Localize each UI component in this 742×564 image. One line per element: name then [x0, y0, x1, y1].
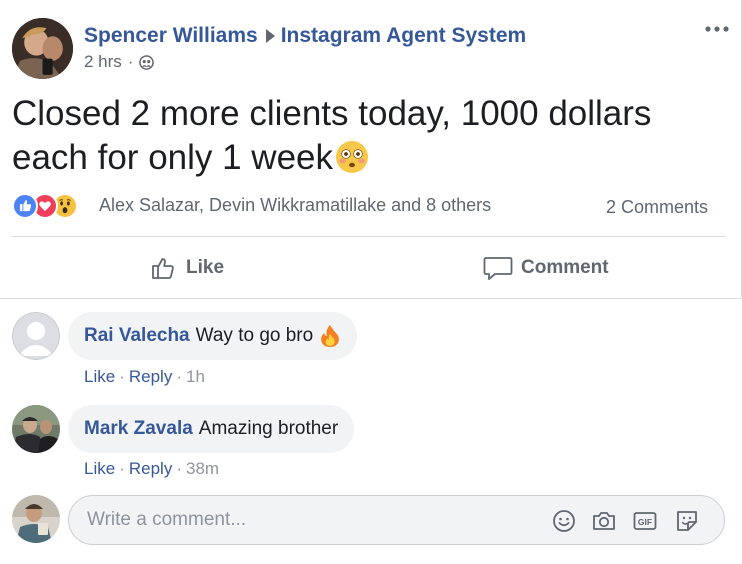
comment-composer[interactable]: GIF: [68, 495, 725, 545]
like-reaction-icon: [12, 193, 38, 219]
comment-text: Amazing brother: [198, 418, 339, 439]
author-name-link[interactable]: Spencer Williams: [84, 24, 258, 47]
meta-separator: ·: [127, 52, 134, 71]
like-button[interactable]: Like: [150, 248, 224, 288]
comment-like-link[interactable]: Like: [84, 459, 115, 478]
fire-emoji-icon: [321, 325, 340, 347]
current-user-photo: [12, 495, 60, 543]
thumbs-up-icon: [152, 258, 174, 279]
separator: ·: [176, 367, 182, 386]
current-user-avatar[interactable]: [12, 495, 60, 543]
comments-count-link[interactable]: 2 Comments: [606, 197, 708, 218]
commenter-name-link[interactable]: Mark Zavala: [84, 418, 193, 440]
like-button-label: Like: [186, 257, 225, 278]
post-card: Spencer Williams Instagram Agent System 2…: [0, 0, 742, 564]
sticker-icon[interactable]: [674, 508, 700, 534]
comment-timestamp[interactable]: 1h: [186, 367, 205, 386]
comment-reply-link[interactable]: Reply: [129, 459, 172, 478]
friends-globe-icon[interactable]: [139, 54, 155, 70]
camera-icon[interactable]: [591, 508, 617, 534]
commenter-photo: [12, 405, 60, 453]
comment-bubble: Rai Valecha Way to go bro: [68, 312, 358, 360]
comment-timestamp[interactable]: 38m: [186, 459, 219, 478]
svg-text:GIF: GIF: [638, 517, 652, 527]
emoji-icon[interactable]: [551, 508, 577, 534]
commenter-avatar[interactable]: [12, 405, 60, 453]
post-meta: 2 hrs ·: [84, 52, 155, 72]
comment-actions: Like · Reply · 38m: [84, 459, 219, 479]
comment-like-link[interactable]: Like: [84, 367, 115, 386]
commenter-avatar-default[interactable]: [12, 312, 60, 360]
shared-to-arrow-icon: [265, 28, 275, 43]
group-name-link[interactable]: Instagram Agent System: [281, 24, 526, 47]
gif-icon[interactable]: GIF: [632, 508, 658, 534]
divider: [12, 236, 726, 237]
more-options-icon[interactable]: [704, 22, 730, 36]
flushed-face-emoji-icon: [336, 141, 369, 173]
commenter-name-link[interactable]: Rai Valecha: [84, 325, 190, 347]
reaction-summary[interactable]: Alex Salazar, Devin Wikkramatillake and …: [99, 195, 491, 216]
post-timestamp[interactable]: 2 hrs: [84, 52, 122, 72]
comment-input[interactable]: [87, 496, 527, 544]
comment-bubble-icon: [483, 257, 513, 280]
comment-text: Way to go bro: [195, 325, 314, 346]
comment-bubble: Mark Zavala Amazing brother: [68, 405, 355, 453]
comment-button-label: Comment: [521, 257, 609, 278]
comment-actions: Like · Reply · 1h: [84, 367, 205, 387]
author-line: Spencer Williams Instagram Agent System: [84, 24, 526, 48]
separator: ·: [119, 459, 125, 478]
separator: ·: [119, 367, 125, 386]
default-profile-icon: [12, 312, 60, 360]
comment-reply-link[interactable]: Reply: [129, 367, 172, 386]
separator: ·: [176, 459, 182, 478]
reaction-icons[interactable]: [12, 193, 78, 219]
comment-button[interactable]: Comment: [483, 248, 609, 288]
author-avatar[interactable]: [12, 18, 73, 79]
post-body: Closed 2 more clients today, 1000 dollar…: [12, 92, 712, 180]
post-text: Closed 2 more clients today, 1000 dollar…: [12, 94, 652, 177]
author-photo: [12, 18, 73, 79]
